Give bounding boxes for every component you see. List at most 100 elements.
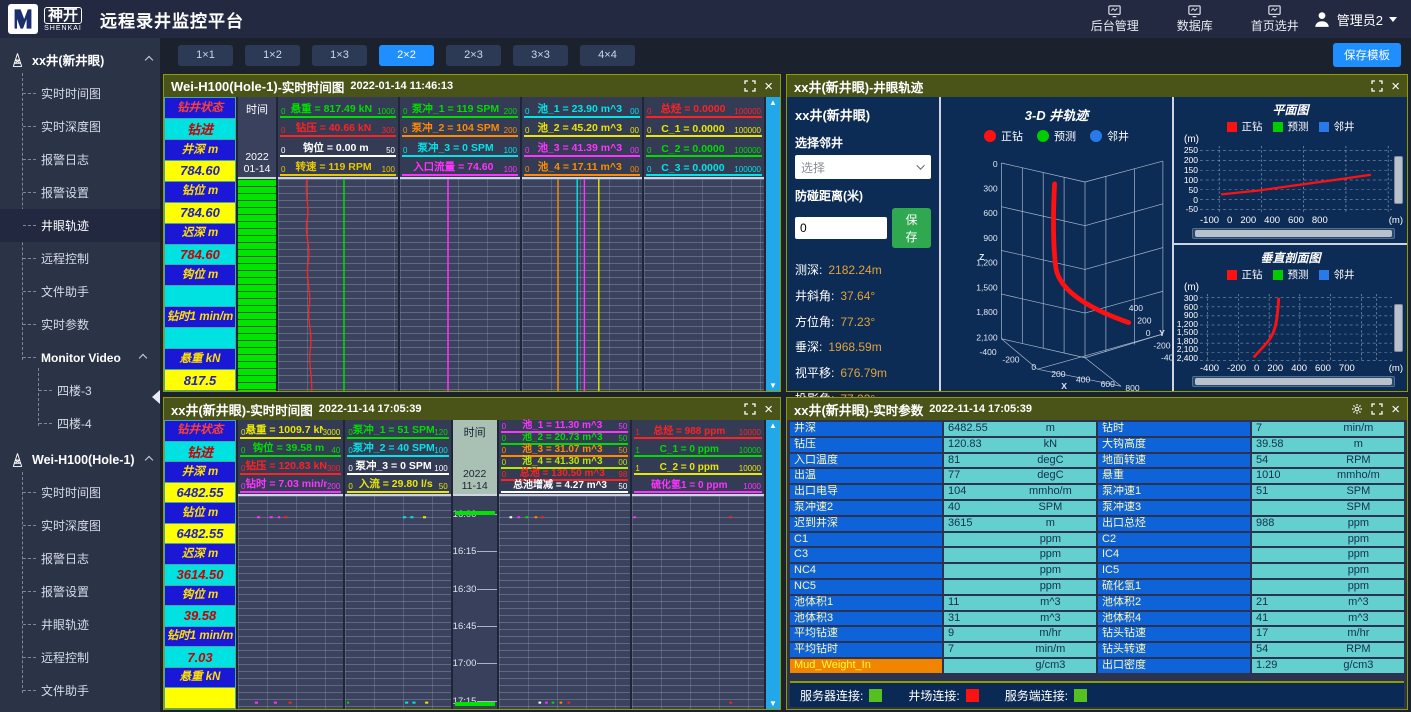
sidebar-item[interactable]: 报警设置 (0, 575, 160, 608)
sidebar-item[interactable]: 远程控制 (0, 242, 160, 275)
layout-button[interactable]: 4×4 (580, 45, 635, 66)
close-icon[interactable]: × (764, 79, 773, 94)
track-2-plot[interactable] (400, 177, 520, 391)
panel-scrollbar[interactable]: ▲▼ (766, 420, 780, 709)
track-1-plot[interactable] (278, 177, 398, 391)
layout-button[interactable]: 1×1 (178, 45, 233, 66)
time-col-date: 11-14 (462, 480, 488, 492)
param-value: 81 (944, 454, 1005, 468)
header-nav-item[interactable]: 数据库 (1177, 4, 1213, 33)
time-tick-label: 16:45 (453, 621, 477, 632)
sidebar-item[interactable]: 实时深度图 (0, 509, 160, 542)
curve-max: 50 (618, 446, 627, 455)
layout-button[interactable]: 3×3 (513, 45, 568, 66)
close-icon[interactable]: × (1391, 79, 1400, 94)
sidebar-item[interactable]: 井眼轨迹 (0, 209, 160, 242)
sidebar-item[interactable]: 实时时间图 (0, 77, 160, 110)
curve-max: 100 (382, 165, 395, 174)
sidebar-subitem-label: 四楼-3 (57, 382, 92, 399)
sidebar-subitem[interactable]: 四楼-4 (0, 407, 160, 440)
section-horizontal-scrollbar[interactable] (1192, 376, 1395, 387)
track-4-plot[interactable] (632, 494, 764, 709)
param-row: 泵冲速2 40 SPM 泵冲速3 SPM (790, 501, 1404, 515)
curve-max: 50 (618, 434, 627, 443)
param-value-cell: ppm (1252, 580, 1404, 594)
sidebar-well2-header[interactable]: Wei-H100(Hole-1) (0, 440, 160, 476)
param-row: NC4 ppm IC5 ppm (790, 564, 1404, 578)
param-value-cell: 3615 m (944, 517, 1096, 531)
plan-horizontal-scrollbar[interactable] (1192, 228, 1395, 239)
layout-button[interactable]: 1×2 (245, 45, 300, 66)
sidebar-item[interactable]: 文件助手 (0, 674, 160, 707)
curve-header: 0 悬重 = 1009.7 kN 3000 (240, 421, 341, 439)
layout-button[interactable]: 2×3 (446, 45, 501, 66)
scroll-down-icon[interactable]: ▼ (769, 699, 777, 708)
expand-icon[interactable] (744, 403, 756, 415)
param-value: 9 (944, 627, 1005, 641)
param-unit: ppm (1005, 533, 1096, 547)
legend-chip (1227, 122, 1237, 132)
param-value-cell: 7 min/m (1252, 422, 1404, 436)
sidebar-item[interactable]: 实时时间图 (0, 476, 160, 509)
time-tick-label: 16:15 (453, 546, 477, 557)
sidebar-item[interactable]: 实时参数 (0, 308, 160, 341)
neighbor-select[interactable]: 选择 (795, 155, 931, 179)
sidebar-item[interactable]: 报警日志 (0, 542, 160, 575)
svg-text:400: 400 (1129, 303, 1144, 313)
sidebar-collapse-handle[interactable] (152, 390, 160, 404)
user-menu[interactable]: 管理员2 (1313, 10, 1397, 29)
sidebar-item[interactable]: 远程控制 (0, 641, 160, 674)
track-2-plot[interactable] (345, 494, 450, 709)
plan-vertical-scrollbar[interactable] (1394, 146, 1403, 214)
user-avatar-icon (1313, 10, 1331, 28)
track-1-plot[interactable] (238, 494, 343, 709)
sidebar-item-label: 实时参数 (41, 316, 89, 333)
sidebar-subitem[interactable]: 四楼-3 (0, 374, 160, 407)
panel-subtitle: -实时参数 (869, 400, 923, 419)
scroll-up-icon[interactable]: ▲ (769, 98, 777, 107)
param-value-cell: 988 ppm (1252, 517, 1404, 531)
collision-distance-input[interactable] (795, 217, 887, 239)
vertical-section-chart[interactable]: 垂直剖面图 正钻 预测 (1174, 243, 1407, 391)
svg-text:-200: -200 (1153, 340, 1170, 350)
param-name: 钻时 (1098, 422, 1250, 436)
close-icon[interactable]: × (764, 402, 773, 417)
gear-icon[interactable] (1351, 403, 1363, 415)
track-2: 0 泵冲_1 = 51 SPM 120 0 泵冲_2 = 40 SPM 100 … (345, 420, 450, 709)
track-3-plot[interactable] (499, 494, 631, 709)
expand-icon[interactable] (1371, 403, 1383, 415)
sidebar-item[interactable]: Monitor Video (0, 341, 160, 374)
header-nav-item[interactable]: 后台管理 (1091, 4, 1139, 33)
param-unit: ppm (1313, 533, 1404, 547)
sidebar-item[interactable]: 报警设置 (0, 176, 160, 209)
expand-icon[interactable] (1371, 80, 1383, 92)
layout-button[interactable]: 1×3 (312, 45, 367, 66)
panel-scrollbar[interactable]: ▲▼ (766, 97, 780, 391)
plan-view-chart[interactable]: 平面图 正钻 预测 (1174, 97, 1407, 243)
sidebar-item[interactable]: 报警日志 (0, 143, 160, 176)
value-text: 6482.55 (165, 483, 235, 503)
y-tick: 200 (1184, 156, 1198, 165)
param-name: 迟到井深 (790, 517, 942, 531)
header-nav-item[interactable]: 首页选井 (1251, 4, 1299, 33)
sidebar-item[interactable]: 井眼轨迹 (0, 608, 160, 641)
scroll-down-icon[interactable]: ▼ (769, 381, 777, 390)
track-3-plot[interactable] (522, 177, 642, 391)
save-template-button[interactable]: 保存模板 (1333, 43, 1401, 67)
save-distance-button[interactable]: 保存 (892, 208, 931, 248)
section-vertical-scrollbar[interactable] (1394, 294, 1403, 362)
param-name: NC4 (790, 564, 942, 578)
app-root: 神开 SHENKAI 远程录井监控平台 后台管理 数据库 (0, 0, 1411, 712)
sidebar-item-label: 实时深度图 (41, 517, 101, 534)
param-name: 池体积1 (790, 596, 942, 610)
expand-icon[interactable] (744, 80, 756, 92)
close-icon[interactable]: × (1391, 402, 1400, 417)
sidebar-item[interactable]: 文件助手 (0, 275, 160, 308)
sidebar-item[interactable]: 实时深度图 (0, 110, 160, 143)
sidebar-item-label: 报警日志 (41, 550, 89, 567)
sidebar-well1-header[interactable]: xx井(新井眼) (0, 38, 160, 77)
trajectory-3d-chart[interactable]: 3-D 井轨迹 正钻 预测 邻井 (939, 97, 1174, 391)
scroll-up-icon[interactable]: ▲ (769, 421, 777, 430)
layout-button[interactable]: 2×2 (379, 45, 434, 66)
track-4-plot[interactable] (644, 177, 764, 391)
